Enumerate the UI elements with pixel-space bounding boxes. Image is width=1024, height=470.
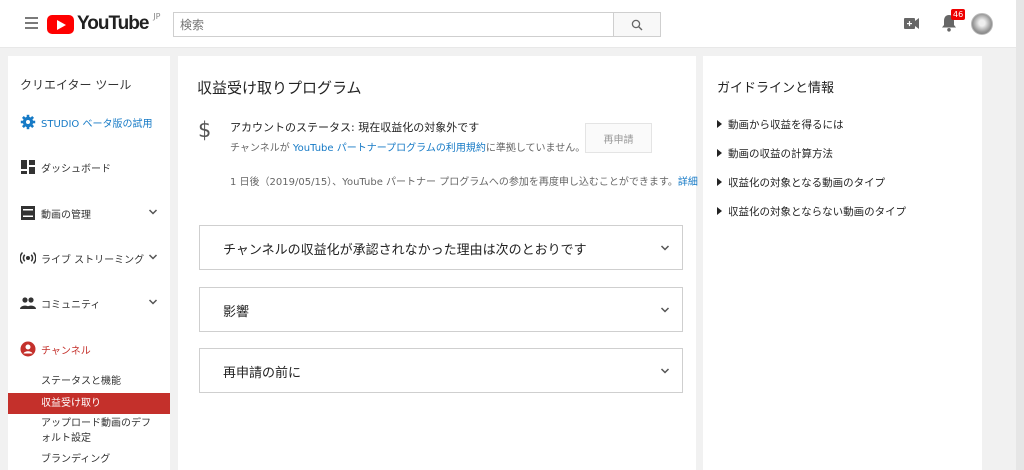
- reapply-notice: 1 日後（2019/05/15）、YouTube パートナー プログラムへの参加…: [230, 173, 698, 188]
- chevron-down-icon: [660, 307, 670, 313]
- sidebar-item-live-streaming[interactable]: ライブ ストリーミング: [8, 248, 170, 268]
- channel-subitem-upload-defaults[interactable]: アップロード動画のデフォルト設定: [8, 416, 153, 446]
- channel-subitem-status[interactable]: ステータスと機能: [8, 374, 170, 389]
- account-icon: [20, 341, 36, 357]
- notification-count-badge: 46: [951, 9, 966, 20]
- chevron-down-icon: [660, 245, 670, 251]
- page-scrollbar[interactable]: [1016, 0, 1024, 470]
- sidebar-item-channel[interactable]: チャンネル: [8, 339, 170, 359]
- guide-link[interactable]: 動画の収益の計算方法: [717, 146, 833, 161]
- accordion-label: チャンネルの収益化が承認されなかった理由は次のとおりです: [223, 243, 587, 258]
- guide-link[interactable]: 収益化の対象となる動画のタイプ: [717, 175, 885, 190]
- gear-icon: [20, 114, 36, 130]
- upload-video-icon[interactable]: [904, 18, 919, 29]
- channel-subitem-branding[interactable]: ブランディング: [8, 452, 170, 467]
- accordion-rejection-reasons[interactable]: チャンネルの収益化が承認されなかった理由は次のとおりです: [199, 225, 683, 270]
- reapply-button[interactable]: 再申請: [585, 123, 652, 153]
- status-desc-suffix: に準拠していません。: [485, 143, 586, 154]
- video-manager-icon: [21, 206, 35, 220]
- guidelines-panel: ガイドラインと情報 動画から収益を得るには 動画の収益の計算方法 収益化の対象と…: [703, 56, 982, 470]
- logo-region: JP: [153, 12, 161, 21]
- reapply-notice-text: 1 日後（2019/05/15）、YouTube パートナー プログラムへの参加…: [230, 177, 678, 188]
- sidebar-item-label: STUDIO ベータ版の試用: [41, 118, 153, 130]
- sidebar-item-label: チャンネル: [41, 345, 91, 357]
- guide-link[interactable]: 収益化の対象とならない動画のタイプ: [717, 204, 906, 219]
- guide-link[interactable]: 動画から収益を得るには: [717, 117, 844, 132]
- accordion-label: 影響: [223, 305, 250, 320]
- community-icon: [20, 297, 36, 309]
- chevron-down-icon: [660, 368, 670, 374]
- search-input[interactable]: [173, 12, 614, 37]
- sidebar-item-label: コミュニティ: [41, 299, 101, 311]
- dollar-icon: $: [198, 118, 212, 142]
- accordion-label: 再申請の前に: [223, 366, 302, 381]
- account-status-description: チャンネルが YouTube パートナープログラムの利用規約に準拠していません。: [230, 139, 585, 154]
- accordion-before-reapply[interactable]: 再申請の前に: [199, 348, 683, 393]
- sidebar-item-label: 動画の管理: [41, 209, 91, 221]
- chevron-down-icon: [148, 299, 158, 305]
- sidebar-item-dashboard[interactable]: ダッシュボード: [8, 157, 170, 177]
- sidebar-item-label: ダッシュボード: [41, 163, 111, 175]
- search-icon: [631, 19, 643, 30]
- partner-program-terms-link[interactable]: YouTube パートナープログラムの利用規約: [293, 143, 486, 154]
- search-button[interactable]: [613, 12, 661, 37]
- guidelines-title: ガイドラインと情報: [717, 81, 835, 96]
- main-panel: 収益受け取りプログラム $ アカウントのステータス: 現在収益化の対象外です チ…: [178, 56, 698, 470]
- sidebar-item-community[interactable]: コミュニティ: [8, 293, 170, 313]
- top-bar: YouTube JP 46: [0, 0, 1024, 48]
- chevron-down-icon: [148, 254, 158, 260]
- sidebar-item-studio-beta[interactable]: STUDIO ベータ版の試用: [8, 112, 170, 132]
- menu-icon[interactable]: [25, 17, 38, 29]
- sidebar-title: クリエイター ツール: [20, 78, 132, 92]
- logo-text: YouTube: [77, 13, 149, 34]
- sidebar: クリエイター ツール STUDIO ベータ版の試用 ダッシュボード 動画の管理 …: [8, 56, 170, 470]
- channel-subitem-monetization[interactable]: 収益受け取り: [8, 393, 170, 414]
- chevron-down-icon: [148, 209, 158, 215]
- page-title: 収益受け取りプログラム: [197, 79, 362, 97]
- avatar[interactable]: [971, 13, 993, 35]
- live-icon: [20, 251, 36, 265]
- account-status-label: アカウントのステータス: 現在収益化の対象外です: [230, 121, 480, 134]
- sidebar-item-label: ライブ ストリーミング: [41, 254, 145, 266]
- youtube-logo[interactable]: YouTube JP: [47, 12, 160, 36]
- sidebar-item-video-manager[interactable]: 動画の管理: [8, 203, 170, 223]
- youtube-play-icon: [47, 14, 74, 34]
- accordion-impact[interactable]: 影響: [199, 287, 683, 332]
- details-link[interactable]: 詳細: [678, 177, 698, 188]
- status-desc-prefix: チャンネルが: [230, 143, 293, 154]
- dashboard-icon: [21, 160, 35, 174]
